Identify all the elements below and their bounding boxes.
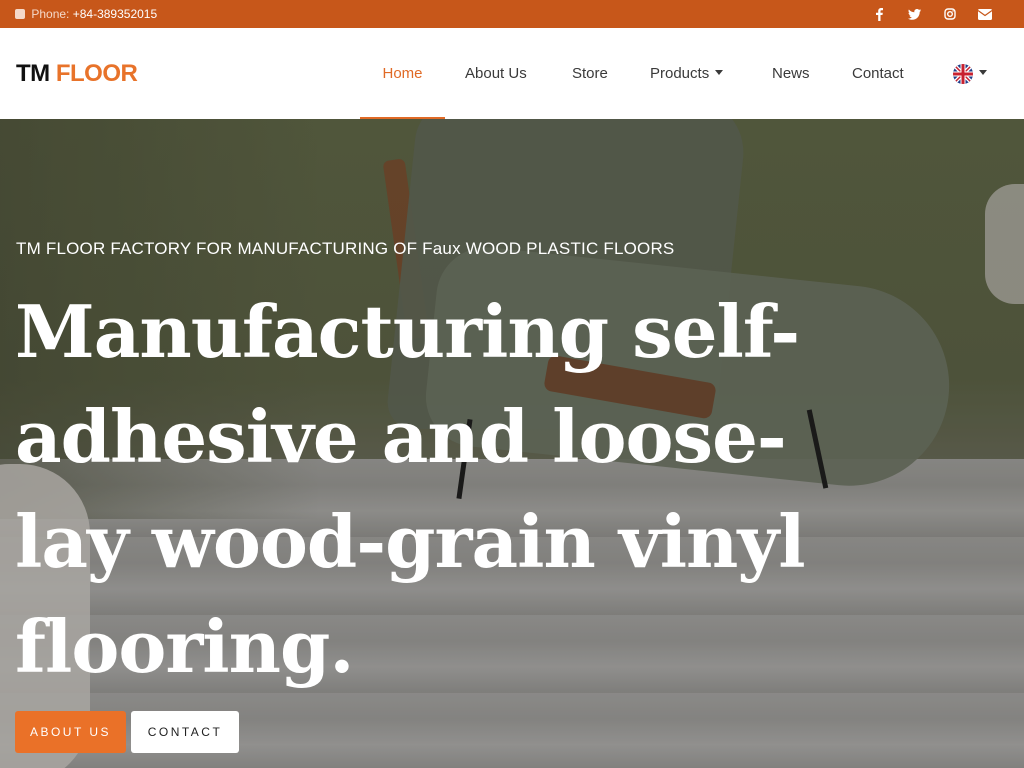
language-selector[interactable]	[953, 28, 987, 119]
phone-number[interactable]: +84-389352015	[73, 7, 157, 21]
hero-eyebrow: TM FLOOR FACTORY FOR MANUFACTURING OF Fa…	[16, 239, 675, 258]
nav-contact-label: Contact	[852, 65, 904, 82]
nav-about-label: About Us	[465, 65, 527, 82]
hero-banner: TM FLOOR FACTORY FOR MANUFACTURING OF Fa…	[0, 119, 1024, 768]
chevron-down-icon	[715, 70, 724, 75]
instagram-icon[interactable]	[932, 5, 967, 23]
facebook-icon[interactable]	[862, 5, 897, 23]
nav-news-label: News	[772, 65, 810, 82]
nav-store[interactable]: Store	[572, 28, 608, 119]
phone-icon	[15, 9, 25, 19]
social-links	[862, 5, 1002, 23]
site-header: TM FLOOR Home About Us Store Products Ne…	[0, 28, 1024, 119]
contact-button[interactable]: CONTACT	[131, 711, 239, 753]
nav-store-label: Store	[572, 65, 608, 82]
hero-headline: Manufacturing self-adhesive and loose-la…	[15, 289, 806, 689]
main-nav: Home About Us Store Products News Contac…	[0, 28, 1024, 119]
nav-home-label: Home	[382, 65, 423, 82]
about-us-button[interactable]: ABOUT US	[15, 711, 126, 753]
envelope-icon[interactable]	[967, 5, 1002, 23]
nav-products[interactable]: Products	[650, 28, 724, 119]
phone-info: Phone: +84-389352015	[15, 6, 157, 22]
nav-news[interactable]: News	[772, 28, 810, 119]
chevron-down-icon	[979, 70, 987, 75]
nav-about-us[interactable]: About Us	[465, 28, 527, 119]
nav-home[interactable]: Home	[360, 28, 445, 119]
uk-flag-icon	[953, 63, 973, 84]
twitter-icon[interactable]	[897, 5, 932, 23]
phone-label: Phone:	[31, 7, 70, 21]
top-bar: Phone: +84-389352015	[0, 0, 1024, 28]
nav-contact[interactable]: Contact	[852, 28, 904, 119]
nav-products-label: Products	[650, 65, 710, 82]
